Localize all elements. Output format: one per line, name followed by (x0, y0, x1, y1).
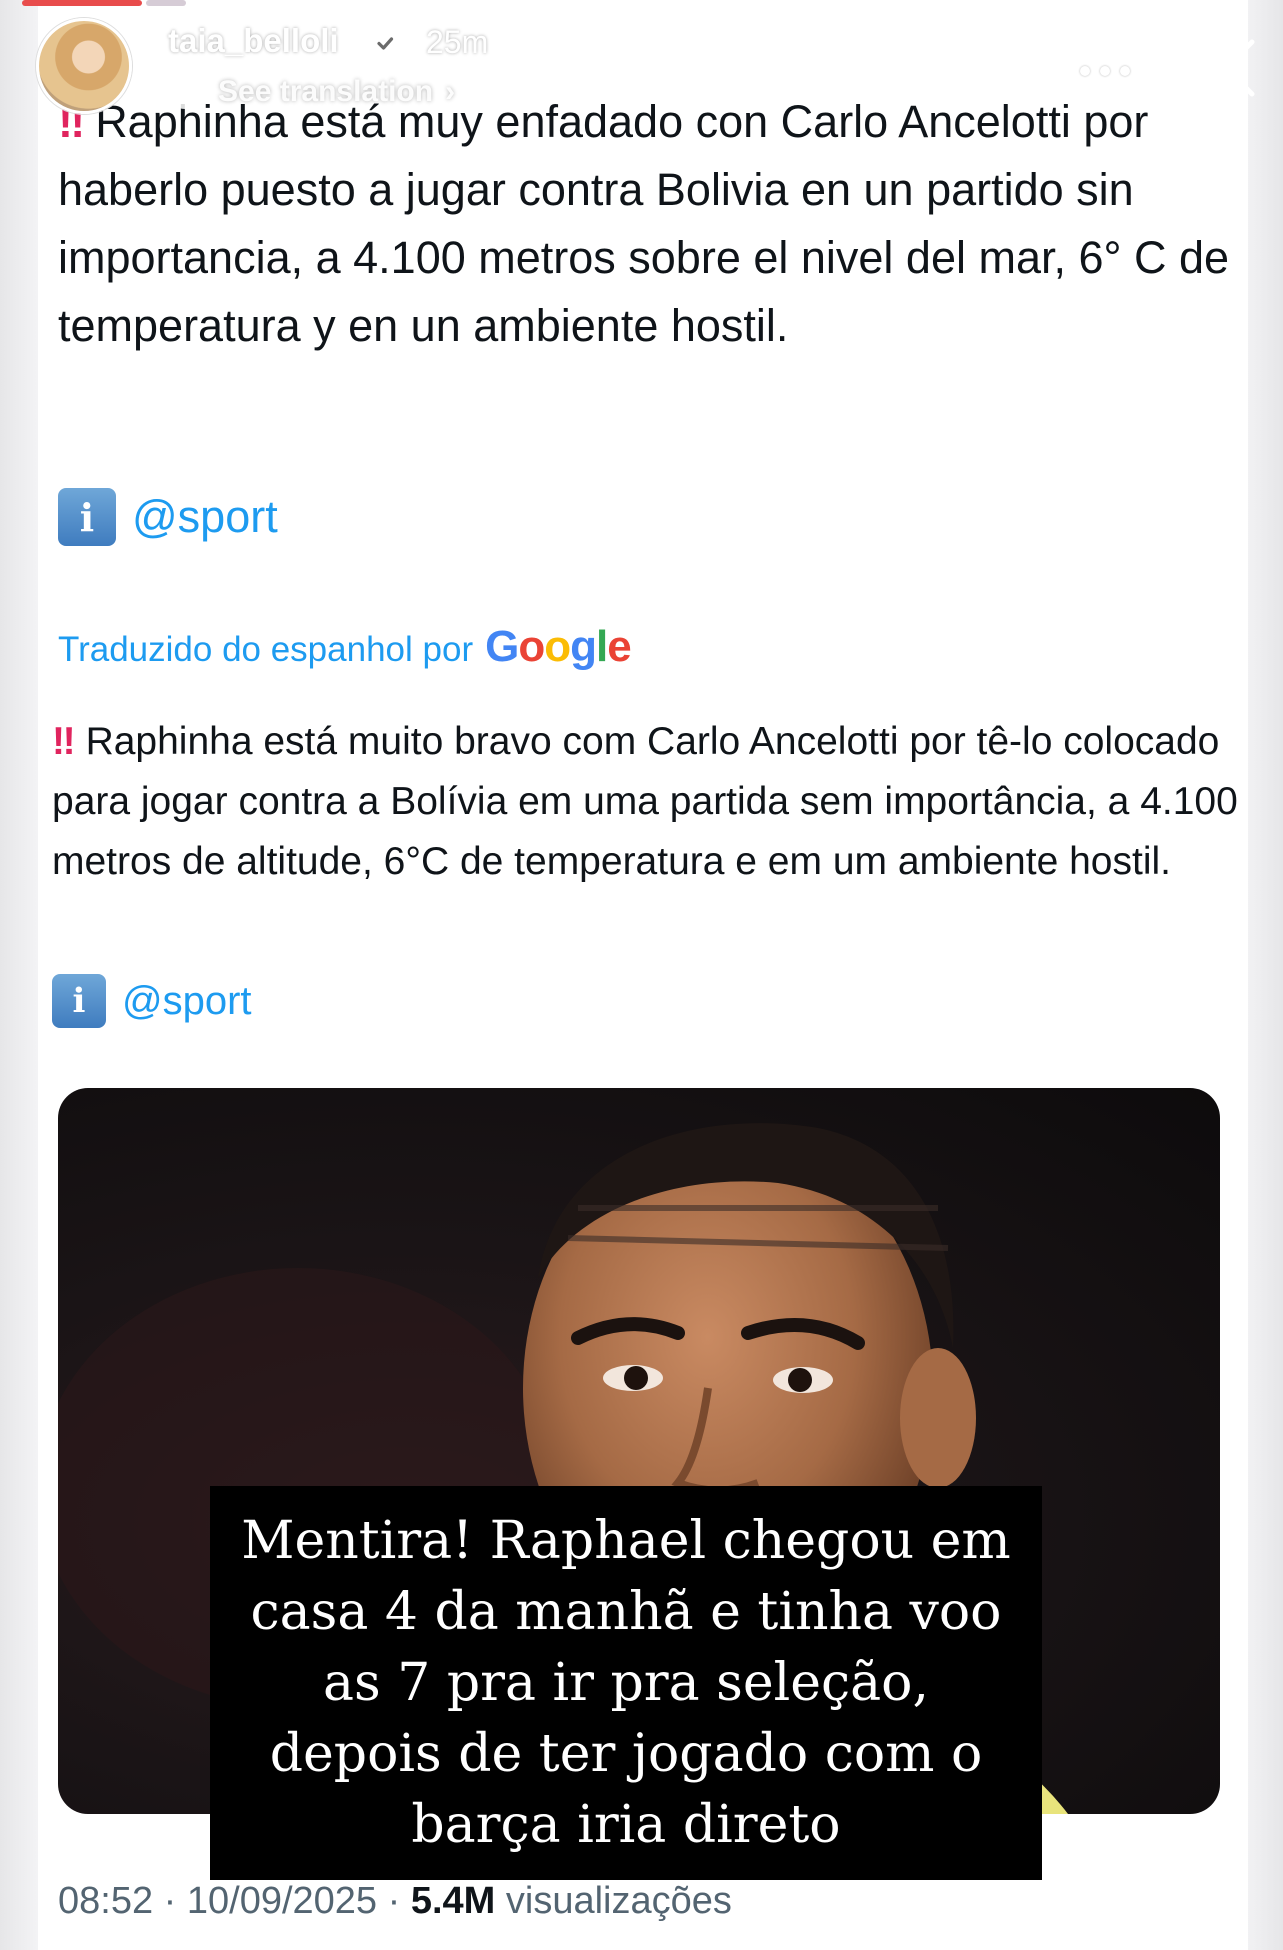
more-icon[interactable] (1080, 66, 1132, 78)
meta-separator: · (387, 1880, 401, 1922)
tweet-translated-body: Raphinha está muito bravo com Carlo Ance… (52, 720, 1238, 883)
tweet-translated-text: ‼ Raphinha está muito bravo com Carlo Anc… (52, 712, 1242, 892)
tweet-original-body: Raphinha está muy enfadado con Carlo Anc… (58, 96, 1230, 351)
meta-separator: · (163, 1880, 177, 1922)
avatar[interactable] (36, 18, 132, 114)
views-label: visualizações (505, 1880, 732, 1922)
info-icon: i (52, 974, 106, 1028)
info-icon: i (58, 488, 116, 546)
source-mention-row-translated: i @sport (52, 974, 252, 1028)
close-icon[interactable] (1194, 36, 1258, 100)
views-count: 5.4M (410, 1880, 496, 1922)
story-caption: Mentira! Raphael chegou em casa 4 da man… (210, 1486, 1042, 1880)
story-username[interactable]: taia_belloli (168, 22, 339, 60)
translation-icon (168, 75, 202, 109)
google-logo: Google (485, 622, 632, 671)
tweet-date[interactable]: 10/09/2025 (187, 1880, 377, 1922)
mention-link[interactable]: @sport (132, 491, 278, 543)
chevron-right-icon: › (445, 75, 456, 108)
source-mention-row: i @sport (58, 488, 278, 546)
tweet-original-text: ‼ Raphinha está muy enfadado con Carlo An… (58, 88, 1238, 360)
verified-icon (371, 29, 399, 57)
mention-link[interactable]: @sport (122, 979, 252, 1024)
story-time-ago: 25m (426, 24, 489, 60)
see-translation-button[interactable]: See translation › (168, 70, 456, 114)
tweet-time[interactable]: 08:52 (58, 1880, 153, 1922)
caption-text: Mentira! Raphael chegou em casa 4 da man… (241, 1510, 1011, 1855)
see-translation-label: See translation (218, 75, 434, 108)
double-exclamation-icon: ‼ (52, 720, 75, 763)
tweet-meta: 08:52 · 10/09/2025 · 5.4M visualizações (58, 1880, 732, 1923)
translation-attribution: Traduzido do espanhol por Google (58, 622, 632, 672)
translated-by-label: Traduzido do espanhol por (58, 630, 474, 669)
story-header: taia_belloli 25m See translation › (0, 0, 1283, 120)
